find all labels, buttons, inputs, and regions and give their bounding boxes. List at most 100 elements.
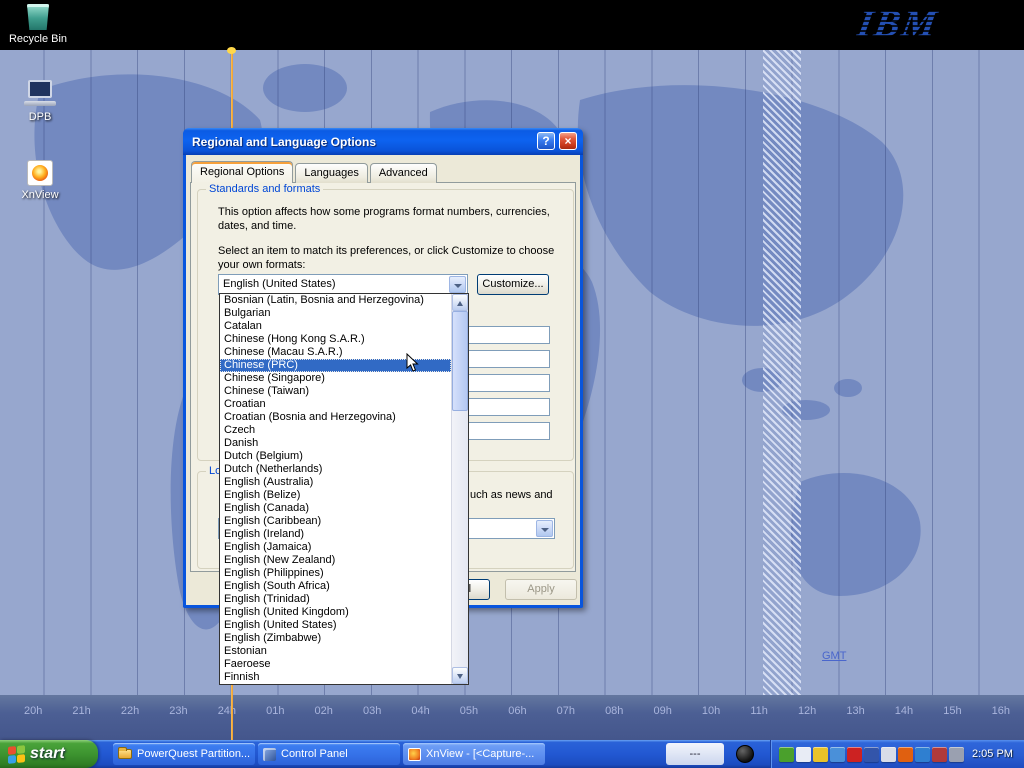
system-tray: 2:05 PM	[770, 740, 1024, 768]
scroll-down-button[interactable]	[452, 667, 468, 684]
recycle-bin-icon[interactable]: Recycle Bin	[6, 4, 70, 45]
desktop: GMT 20h 21h 22h 23h 24h 01h 02h 03h 04h …	[0, 0, 1024, 768]
recycle-bin-label: Recycle Bin	[6, 33, 70, 45]
list-item[interactable]: Croatian (Bosnia and Herzegovina)	[220, 411, 451, 424]
sample-field-number[interactable]	[462, 326, 550, 344]
customize-button[interactable]: Customize...	[477, 274, 549, 295]
tray-icon[interactable]	[847, 747, 862, 762]
list-item[interactable]: Chinese (Singapore)	[220, 372, 451, 385]
list-item[interactable]: English (Zimbabwe)	[220, 632, 451, 645]
tray-icon[interactable]	[881, 747, 896, 762]
list-item[interactable]: Finnish	[220, 671, 451, 684]
list-item[interactable]: Bulgarian	[220, 307, 451, 320]
dpb-shortcut-icon[interactable]: DPB	[8, 80, 72, 123]
tray-icon[interactable]	[898, 747, 913, 762]
taskbar-orb-icon[interactable]	[736, 745, 754, 763]
taskbar-item-xnview[interactable]: XnView - [<Capture-...	[403, 743, 545, 765]
list-item[interactable]: Bosnian (Latin, Bosnia and Herzegovina)	[220, 294, 451, 307]
timezone-label: 12h	[798, 705, 816, 717]
list-item[interactable]: English (New Zealand)	[220, 554, 451, 567]
list-item[interactable]: Dutch (Belgium)	[220, 450, 451, 463]
dpb-label: DPB	[8, 111, 72, 123]
taskbar-item-label: XnView - [<Capture-...	[426, 748, 534, 760]
sample-field-short-date[interactable]	[462, 398, 550, 416]
sample-field-time[interactable]	[462, 374, 550, 392]
list-item[interactable]: Danish	[220, 437, 451, 450]
combobox-dropdown-button[interactable]	[449, 276, 466, 293]
list-item[interactable]: English (Jamaica)	[220, 541, 451, 554]
list-item[interactable]: English (Belize)	[220, 489, 451, 502]
list-item[interactable]: Faeroese	[220, 658, 451, 671]
tray-icon[interactable]	[915, 747, 930, 762]
list-item[interactable]: Chinese (Taiwan)	[220, 385, 451, 398]
list-item[interactable]: English (United States)	[220, 619, 451, 632]
start-button[interactable]: start	[0, 740, 98, 768]
tab-languages[interactable]: Languages	[295, 163, 367, 183]
current-timezone-highlight	[763, 50, 801, 695]
tray-icon[interactable]	[864, 747, 879, 762]
taskbar-item-control-panel[interactable]: Control Panel	[258, 743, 400, 765]
list-item[interactable]: Czech	[220, 424, 451, 437]
close-button[interactable]: ×	[559, 132, 577, 150]
timezone-label: 09h	[653, 705, 671, 717]
taskbar-clock[interactable]: 2:05 PM	[972, 748, 1023, 760]
scrollbar-thumb[interactable]	[452, 311, 468, 411]
standards-description: This option affects how some programs fo…	[218, 205, 563, 233]
dialog-titlebar[interactable]: Regional and Language Options ? ×	[183, 128, 583, 155]
timezone-label: 14h	[895, 705, 913, 717]
start-button-label: start	[30, 745, 65, 763]
gmt-label: GMT	[822, 650, 846, 662]
list-item[interactable]: English (Ireland)	[220, 528, 451, 541]
taskbar-item-label: PowerQuest Partition...	[137, 748, 250, 760]
taskbar-item-minimized[interactable]: ---	[666, 743, 724, 765]
list-item[interactable]: Estonian	[220, 645, 451, 658]
arrow-down-icon	[457, 674, 463, 679]
sample-field-long-date[interactable]	[462, 422, 550, 440]
taskbar: start PowerQuest Partition... Control Pa…	[0, 740, 1024, 768]
tray-icon[interactable]	[813, 747, 828, 762]
list-item[interactable]: English (Caribbean)	[220, 515, 451, 528]
list-item[interactable]: English (Canada)	[220, 502, 451, 515]
combobox-dropdown-button[interactable]	[536, 520, 553, 537]
mouse-cursor	[406, 353, 420, 373]
tab-advanced[interactable]: Advanced	[370, 163, 437, 183]
list-scrollbar[interactable]	[451, 294, 468, 684]
standards-instruction: Select an item to match its preferences,…	[218, 244, 567, 272]
list-item[interactable]: English (Trinidad)	[220, 593, 451, 606]
list-item[interactable]: English (United Kingdom)	[220, 606, 451, 619]
timezone-label: 16h	[992, 705, 1010, 717]
xnview-shortcut-icon[interactable]: XnView	[8, 160, 72, 201]
control-panel-icon	[263, 748, 276, 761]
scroll-up-button[interactable]	[452, 294, 468, 311]
standards-group-title: Standards and formats	[206, 183, 323, 195]
tray-icon[interactable]	[796, 747, 811, 762]
list-item[interactable]: Catalan	[220, 320, 451, 333]
timezone-label: 11h	[750, 705, 768, 717]
apply-button[interactable]: Apply	[505, 579, 577, 600]
timezone-label: 03h	[363, 705, 381, 717]
help-button[interactable]: ?	[537, 132, 555, 150]
sample-field-currency[interactable]	[462, 350, 550, 368]
list-item[interactable]: English (Australia)	[220, 476, 451, 489]
timezone-labels: 20h 21h 22h 23h 24h 01h 02h 03h 04h 05h …	[24, 705, 1010, 717]
timezone-label: 08h	[605, 705, 623, 717]
dialog-title: Regional and Language Options	[192, 135, 376, 149]
list-item[interactable]: English (Philippines)	[220, 567, 451, 580]
format-combobox[interactable]: English (United States)	[218, 274, 468, 295]
location-description-fragment: uch as news and	[470, 488, 553, 502]
top-banner: Recycle Bin IBM	[0, 0, 1024, 50]
tab-regional-options[interactable]: Regional Options	[191, 161, 293, 183]
timezone-label: 07h	[557, 705, 575, 717]
timezone-label: 04h	[411, 705, 429, 717]
tray-icon[interactable]	[830, 747, 845, 762]
tray-icon[interactable]	[779, 747, 794, 762]
list-item[interactable]: Dutch (Netherlands)	[220, 463, 451, 476]
list-item[interactable]: Chinese (Hong Kong S.A.R.)	[220, 333, 451, 346]
regional-language-options-dialog: Regional and Language Options ? × Region…	[183, 128, 583, 608]
taskbar-item-powerquest[interactable]: PowerQuest Partition...	[113, 743, 255, 765]
current-time-marker-dot	[227, 47, 236, 54]
tray-icon[interactable]	[949, 747, 964, 762]
list-item[interactable]: English (South Africa)	[220, 580, 451, 593]
tray-icon[interactable]	[932, 747, 947, 762]
list-item[interactable]: Croatian	[220, 398, 451, 411]
